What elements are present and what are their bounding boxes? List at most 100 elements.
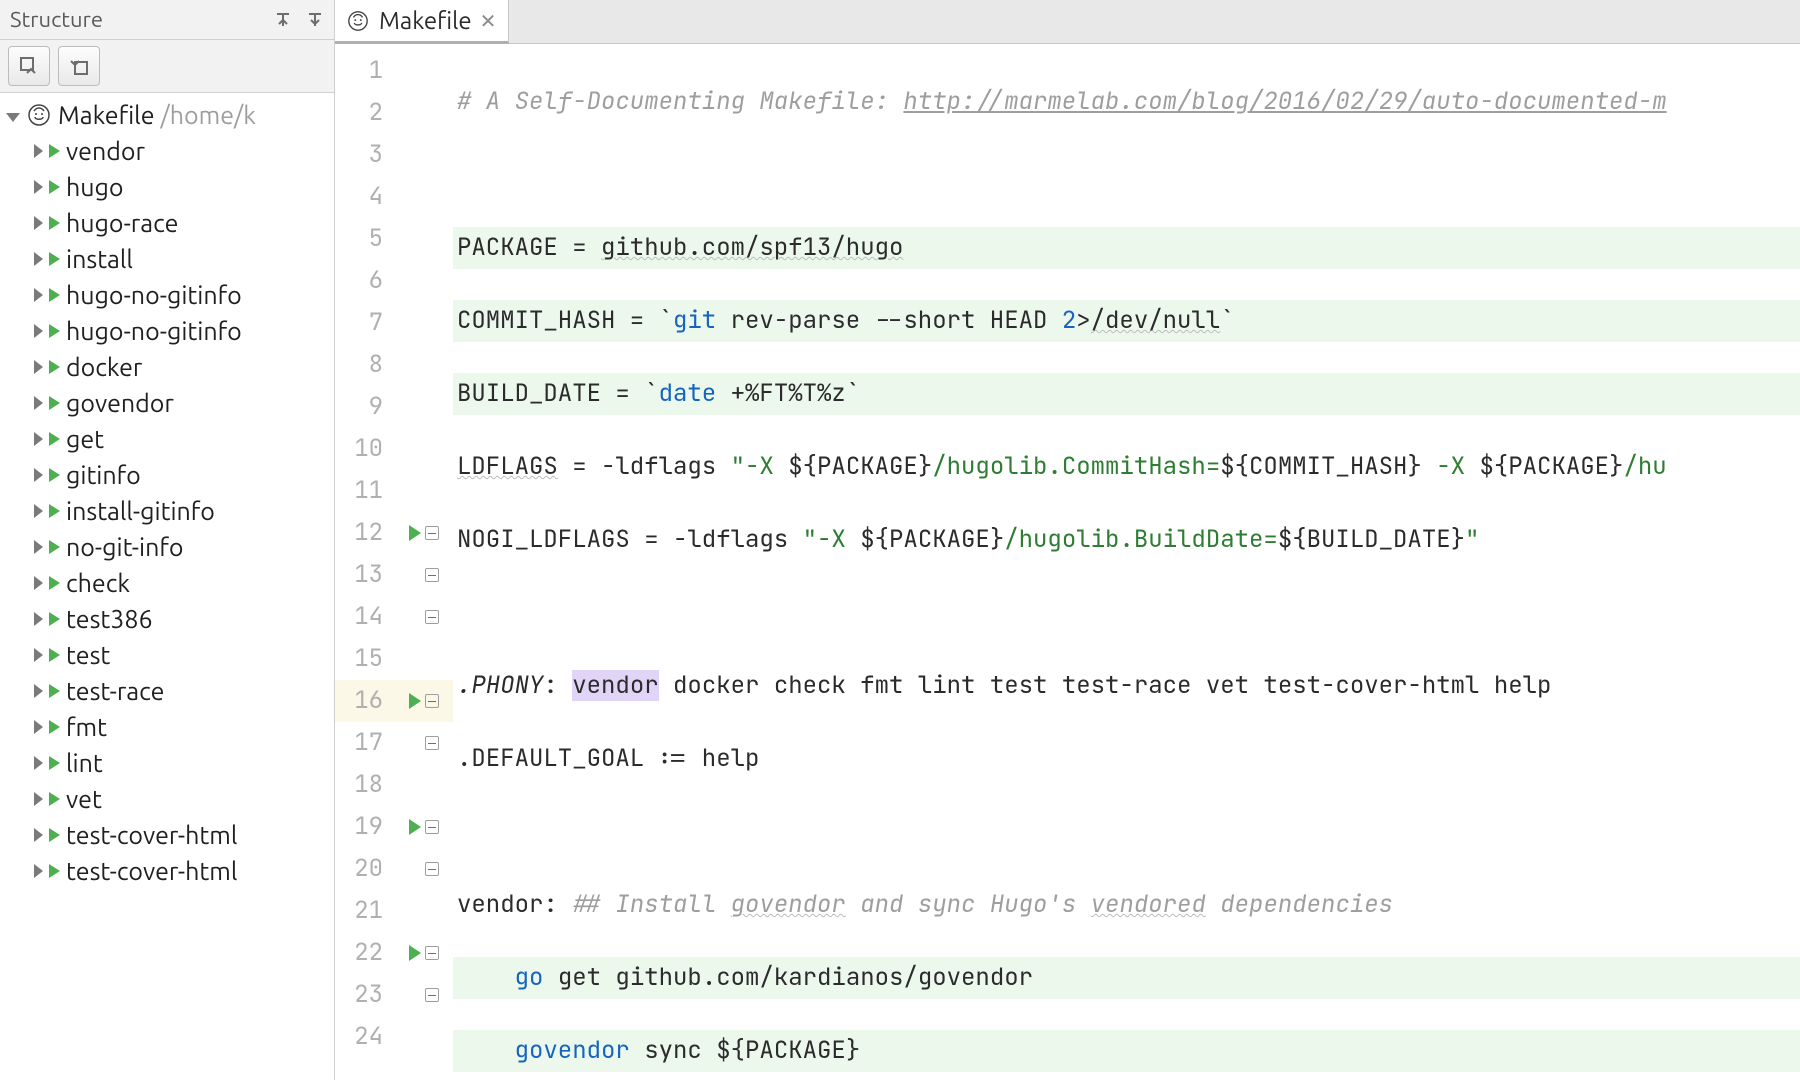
chevron-right-icon[interactable]: [34, 144, 43, 158]
gutter-marker[interactable]: [397, 764, 453, 806]
code-area[interactable]: # A Self-Documenting Makefile: http://ma…: [453, 44, 1800, 1080]
tree-item[interactable]: test-race: [0, 673, 334, 709]
gutter-marker[interactable]: [397, 386, 453, 428]
editor-body[interactable]: 123456789101112131415161718192021222324 …: [335, 44, 1800, 1080]
autoscroll-to-source-button[interactable]: [8, 46, 50, 86]
gutter-marker[interactable]: [397, 1016, 453, 1058]
chevron-right-icon[interactable]: [34, 540, 43, 554]
gutter-marker[interactable]: [397, 554, 453, 596]
fold-icon[interactable]: [425, 946, 439, 960]
chevron-right-icon[interactable]: [34, 432, 43, 446]
tree-item[interactable]: vendor: [0, 133, 334, 169]
code-link[interactable]: http://marmelab.com/blog/2016/02/29/auto…: [903, 86, 1666, 117]
chevron-right-icon[interactable]: [34, 288, 43, 302]
gutter-marker[interactable]: [397, 848, 453, 890]
fold-icon[interactable]: [425, 988, 439, 1002]
tree-item[interactable]: lint: [0, 745, 334, 781]
tree-item[interactable]: no-git-info: [0, 529, 334, 565]
tree-item[interactable]: test-cover-html: [0, 853, 334, 889]
chevron-right-icon[interactable]: [34, 612, 43, 626]
chevron-right-icon[interactable]: [34, 864, 43, 878]
gutter-marker[interactable]: [397, 512, 453, 554]
gutter-marker[interactable]: [397, 134, 453, 176]
chevron-right-icon[interactable]: [34, 828, 43, 842]
tree-root[interactable]: Makefile /home/k: [0, 97, 334, 133]
gutter-marker[interactable]: [397, 92, 453, 134]
fold-icon[interactable]: [425, 820, 439, 834]
gutter-marker[interactable]: [397, 932, 453, 974]
gutter-marker[interactable]: [397, 302, 453, 344]
run-icon[interactable]: [409, 945, 421, 961]
chevron-right-icon[interactable]: [34, 324, 43, 338]
gutter-marker[interactable]: [397, 344, 453, 386]
structure-tree[interactable]: Makefile /home/k vendorhugohugo-raceinst…: [0, 93, 334, 1080]
tree-item[interactable]: fmt: [0, 709, 334, 745]
tree-item[interactable]: hugo: [0, 169, 334, 205]
chevron-right-icon[interactable]: [34, 396, 43, 410]
line-number: 8: [335, 344, 397, 386]
target-icon: [49, 756, 60, 770]
tree-item[interactable]: hugo-no-gitinfo: [0, 313, 334, 349]
tree-item[interactable]: install-gitinfo: [0, 493, 334, 529]
gutter-marker[interactable]: [397, 260, 453, 302]
tree-item[interactable]: test: [0, 637, 334, 673]
chevron-right-icon[interactable]: [34, 180, 43, 194]
chevron-right-icon[interactable]: [34, 504, 43, 518]
run-icon[interactable]: [409, 819, 421, 835]
gutter-marker[interactable]: [397, 50, 453, 92]
tree-item[interactable]: test-cover-html: [0, 817, 334, 853]
fold-icon[interactable]: [425, 736, 439, 750]
tree-item[interactable]: install: [0, 241, 334, 277]
line-number: 1: [335, 50, 397, 92]
expand-all-icon[interactable]: [270, 7, 296, 33]
tree-item[interactable]: check: [0, 565, 334, 601]
chevron-right-icon[interactable]: [34, 792, 43, 806]
tree-item-label: test-cover-html: [66, 857, 237, 885]
tree-item[interactable]: hugo-no-gitinfo: [0, 277, 334, 313]
run-icon[interactable]: [409, 693, 421, 709]
gutter-marker[interactable]: [397, 470, 453, 512]
gutter-marker[interactable]: [397, 596, 453, 638]
gutter-marker[interactable]: [397, 176, 453, 218]
collapse-all-icon[interactable]: [302, 7, 328, 33]
code-text: LDFLAGS: [457, 451, 558, 482]
run-icon[interactable]: [409, 525, 421, 541]
chevron-right-icon[interactable]: [34, 720, 43, 734]
fold-icon[interactable]: [425, 526, 439, 540]
gutter-marker[interactable]: [397, 680, 453, 722]
tree-item[interactable]: test386: [0, 601, 334, 637]
gutter-marker[interactable]: [397, 974, 453, 1016]
gutter-marker[interactable]: [397, 890, 453, 932]
chevron-right-icon[interactable]: [34, 252, 43, 266]
tab-makefile[interactable]: Makefile ✕: [335, 0, 509, 44]
tree-item[interactable]: hugo-race: [0, 205, 334, 241]
code-text: dependencies: [1206, 889, 1393, 920]
tree-item[interactable]: vet: [0, 781, 334, 817]
fold-icon[interactable]: [425, 694, 439, 708]
autoscroll-from-source-button[interactable]: [58, 46, 100, 86]
chevron-right-icon[interactable]: [34, 576, 43, 590]
gutter-marker[interactable]: [397, 428, 453, 470]
gutter-marker[interactable]: [397, 806, 453, 848]
tree-item[interactable]: get: [0, 421, 334, 457]
chevron-right-icon[interactable]: [34, 360, 43, 374]
fold-icon[interactable]: [425, 568, 439, 582]
chevron-right-icon[interactable]: [34, 468, 43, 482]
chevron-right-icon[interactable]: [34, 756, 43, 770]
target-icon: [49, 432, 60, 446]
tree-item[interactable]: govendor: [0, 385, 334, 421]
gutter-marker[interactable]: [397, 218, 453, 260]
close-icon[interactable]: ✕: [480, 9, 497, 33]
chevron-down-icon[interactable]: [6, 113, 20, 122]
tree-item[interactable]: gitinfo: [0, 457, 334, 493]
gutter-marker[interactable]: [397, 722, 453, 764]
fold-icon[interactable]: [425, 610, 439, 624]
fold-icon[interactable]: [425, 862, 439, 876]
line-number: 24: [335, 1016, 397, 1058]
chevron-right-icon[interactable]: [34, 648, 43, 662]
gutter-marker[interactable]: [397, 638, 453, 680]
chevron-right-icon[interactable]: [34, 216, 43, 230]
chevron-right-icon[interactable]: [34, 684, 43, 698]
code-text: github.com/spf13/hugo: [601, 232, 903, 263]
tree-item[interactable]: docker: [0, 349, 334, 385]
